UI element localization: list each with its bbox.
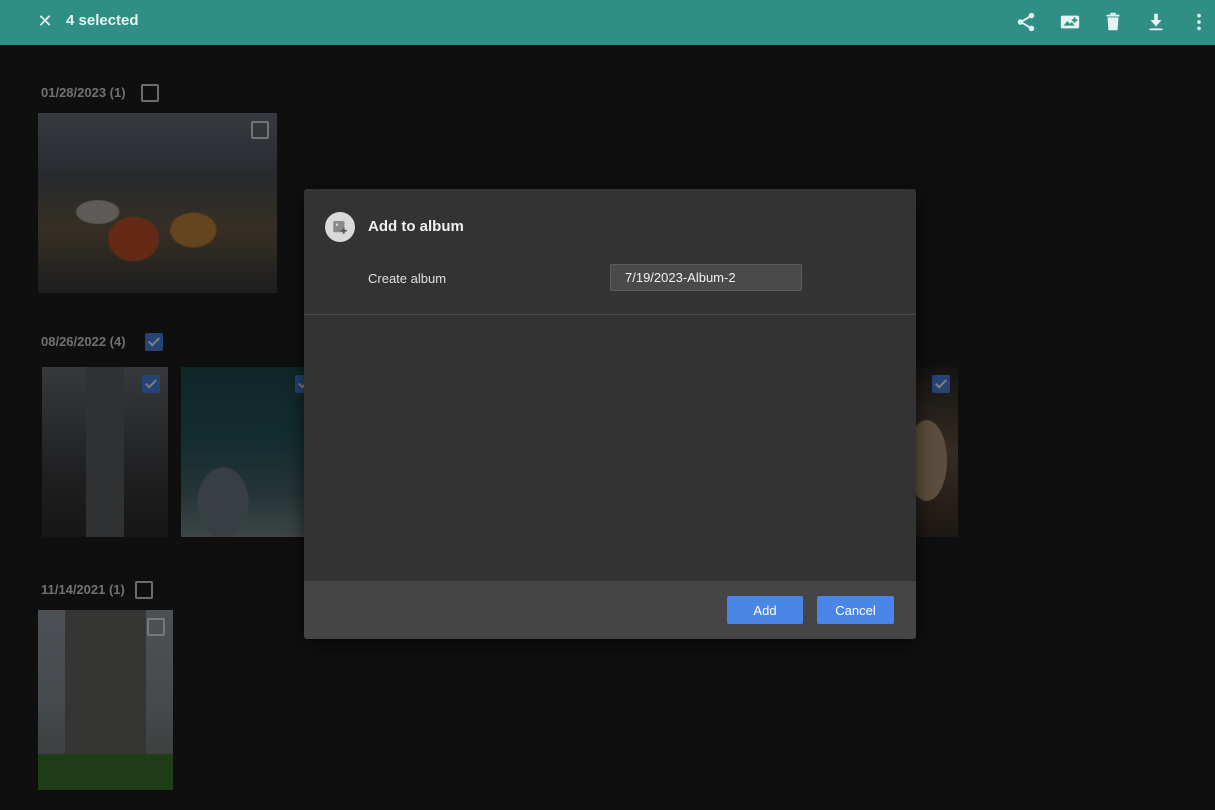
selected-count: 4 selected (66, 12, 139, 29)
delete-icon[interactable] (1102, 11, 1124, 33)
selection-toolbar: ✕ 4 selected (0, 0, 1215, 45)
add-button[interactable]: Add (727, 596, 803, 624)
add-to-album-icon[interactable] (1059, 11, 1081, 33)
add-to-album-dialog: Add to album Create album Add Cancel (304, 189, 916, 639)
dialog-divider (304, 314, 916, 315)
create-album-label: Create album (368, 271, 447, 286)
close-icon[interactable]: ✕ (36, 11, 54, 31)
dialog-footer: Add Cancel (304, 581, 916, 639)
dialog-title: Add to album (368, 218, 464, 235)
more-vert-icon[interactable] (1188, 11, 1210, 33)
add-to-album-icon (325, 212, 355, 242)
download-icon[interactable] (1145, 11, 1167, 33)
cancel-button[interactable]: Cancel (817, 596, 894, 624)
album-name-input[interactable] (610, 264, 802, 291)
share-icon[interactable] (1015, 11, 1037, 33)
